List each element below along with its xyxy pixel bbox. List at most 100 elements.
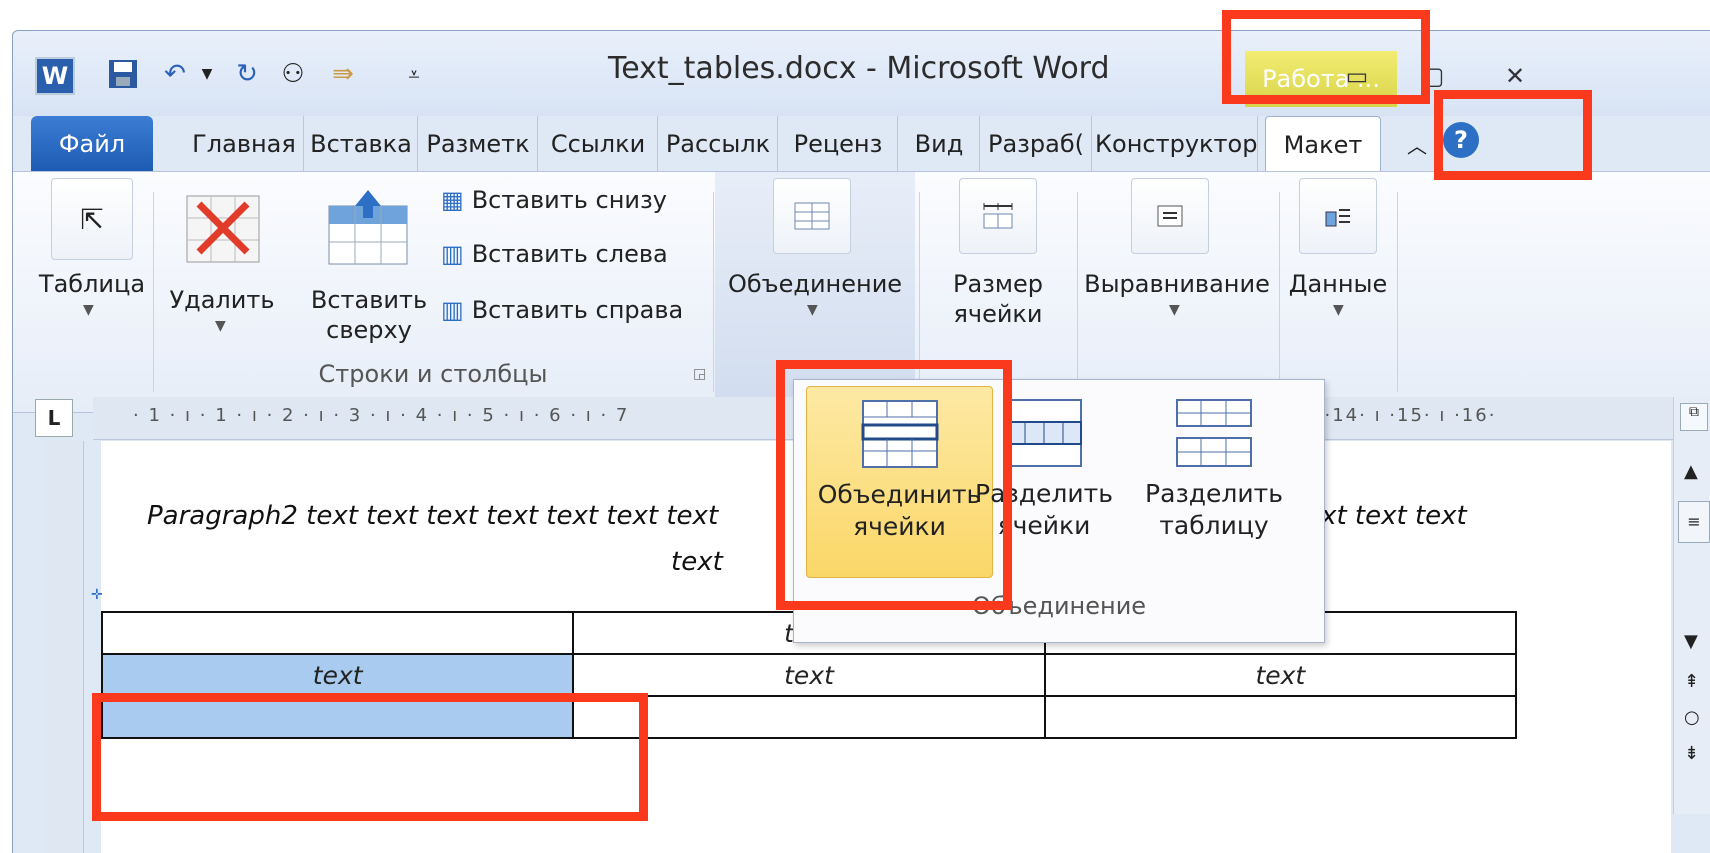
- vertical-ruler[interactable]: [43, 441, 84, 853]
- data-button[interactable]: [1299, 178, 1377, 254]
- chevron-down-icon: ▼: [1169, 302, 1180, 318]
- tab-file[interactable]: Файл: [31, 116, 153, 172]
- highlight-layout-tab: [1434, 90, 1592, 180]
- close-button[interactable]: ✕: [1495, 61, 1535, 91]
- table-cell[interactable]: [100, 611, 575, 655]
- split-table-label-2: таблицу: [1159, 511, 1269, 540]
- word-app-icon[interactable]: W: [35, 57, 75, 95]
- view-ruler-toggle[interactable]: ⧉: [1680, 403, 1708, 431]
- alignment-button[interactable]: [1131, 178, 1209, 254]
- tab-stop-selector[interactable]: L: [35, 399, 73, 437]
- scroll-thumb[interactable]: ≡: [1678, 501, 1710, 543]
- table-label: Таблица: [38, 270, 146, 298]
- undo-dropdown-button[interactable]: ▼: [197, 57, 217, 91]
- paragraph-left: Paragraph2 text text text text text text…: [147, 501, 719, 531]
- double-up-icon: ⇞: [1684, 671, 1700, 692]
- tab-review[interactable]: Реценз: [779, 116, 898, 172]
- insert-right-label: Вставить справа: [471, 296, 684, 324]
- table-cell[interactable]: text: [1043, 653, 1518, 697]
- close-icon: ✕: [1504, 62, 1526, 90]
- customize-quick-access-button[interactable]: ⩡: [399, 57, 429, 91]
- cell-size-label-1: Размер: [952, 270, 1044, 298]
- tab-home[interactable]: Главная: [185, 116, 304, 172]
- alignment-icon: [1157, 205, 1183, 227]
- insert-left-button[interactable]: ▥ Вставить слева: [441, 238, 668, 270]
- vertical-scrollbar[interactable]: ⧉ ▲ ≡ ▼ ⇞ ○ ⇟: [1673, 397, 1710, 814]
- hierarchy-icon: ⚇: [281, 59, 305, 89]
- scroll-down-button[interactable]: ▼: [1684, 631, 1698, 652]
- delete-label: Удалить: [169, 286, 275, 314]
- ribbon-separator: [713, 192, 714, 392]
- tab-table-layout[interactable]: Макет: [1265, 116, 1381, 173]
- ribbon-separator: [153, 192, 154, 392]
- insert-above-button[interactable]: [327, 190, 409, 270]
- cell-size-icon: [983, 203, 1013, 229]
- table-move-handle[interactable]: ✛: [91, 587, 103, 603]
- save-icon: [109, 60, 137, 88]
- chevron-down-icon: ▼: [1333, 302, 1344, 318]
- clear-format-icon: ⇛: [332, 59, 354, 89]
- chevron-up-icon: ︿: [1407, 134, 1427, 158]
- browse-object-button[interactable]: ○: [1684, 707, 1700, 728]
- circle-icon: ○: [1684, 707, 1700, 728]
- tab-insert[interactable]: Вставка: [305, 116, 418, 172]
- previous-page-button[interactable]: ⇞: [1684, 671, 1699, 692]
- grip-icon: ≡: [1687, 512, 1701, 531]
- data-label: Данные: [1288, 270, 1388, 298]
- undo-button[interactable]: ↶: [157, 57, 193, 91]
- insert-left-icon: ▥: [441, 240, 464, 268]
- tab-layout[interactable]: Разметк: [419, 116, 538, 172]
- scroll-up-button[interactable]: ▲: [1684, 461, 1698, 482]
- tab-design[interactable]: Конструктор: [1095, 116, 1258, 172]
- table-row: text text text: [100, 653, 1518, 697]
- next-page-button[interactable]: ⇟: [1684, 743, 1699, 764]
- split-table-icon: [1176, 399, 1252, 467]
- tree-button[interactable]: ⚇: [275, 57, 311, 91]
- undo-icon: ↶: [164, 59, 186, 89]
- tab-developer[interactable]: Разраб(: [981, 116, 1092, 172]
- ribbon-separator: [1279, 192, 1280, 392]
- ruler-toggle-icon: ⧉: [1689, 404, 1699, 420]
- chevron-down-icon: ▼: [83, 302, 94, 318]
- customize-icon: ⩡: [408, 62, 420, 86]
- table-cell-selected[interactable]: text: [100, 653, 575, 697]
- chevron-down-icon: ▼: [215, 318, 226, 334]
- split-cells-icon: [1006, 399, 1082, 467]
- delete-table-icon: [186, 195, 260, 263]
- cell-size-button[interactable]: [959, 178, 1037, 254]
- table-cell[interactable]: [1043, 695, 1518, 739]
- tab-view[interactable]: Вид: [899, 116, 980, 172]
- split-table-label-1: Разделить: [1145, 479, 1283, 508]
- clear-format-button[interactable]: ⇛: [323, 57, 363, 91]
- cell-size-label-2: ячейки: [953, 300, 1043, 328]
- insert-above-icon: [328, 190, 408, 265]
- chevron-down-icon: ▼: [807, 302, 818, 318]
- arrow-up-icon: ▲: [1684, 461, 1698, 482]
- redo-icon: ↻: [236, 59, 258, 89]
- insert-below-button[interactable]: ▦ Вставить снизу: [441, 184, 667, 216]
- insert-right-button[interactable]: ▥ Вставить справа: [441, 294, 683, 326]
- split-table-button[interactable]: Разделить таблицу: [1129, 386, 1299, 576]
- paragraph-line-2: text: [671, 547, 723, 577]
- table-cell[interactable]: text: [572, 653, 1046, 697]
- highlight-selected-cells: [92, 693, 648, 821]
- save-button[interactable]: [105, 57, 141, 91]
- alignment-label: Выравнивание: [1084, 270, 1270, 298]
- ruler-marks: · 1 · ı · 1 · ı · 2 · ı · 3 · ı · 4 · ı …: [133, 405, 630, 426]
- insert-above-label-2: сверху: [326, 316, 412, 344]
- redo-button[interactable]: ↻: [229, 57, 265, 91]
- highlight-merge-cells: [776, 360, 1012, 610]
- insert-right-icon: ▥: [441, 296, 464, 324]
- tab-references[interactable]: Ссылки: [539, 116, 658, 172]
- delete-button[interactable]: [185, 194, 261, 268]
- dialog-launcher-icon[interactable]: ◲: [693, 366, 706, 382]
- word-icon: W: [41, 62, 69, 90]
- insert-below-icon: ▦: [441, 186, 464, 214]
- table-select-button[interactable]: ⇱: [51, 178, 133, 260]
- minimize-ribbon-button[interactable]: ︿: [1407, 130, 1427, 159]
- tab-mailings[interactable]: Рассылк: [659, 116, 778, 172]
- window-title: Text_tables.docx - Microsoft Word: [608, 51, 1110, 86]
- chevron-down-icon: ▼: [201, 66, 213, 82]
- data-icon: [1325, 209, 1350, 227]
- cursor-icon: ⇱: [51, 178, 133, 260]
